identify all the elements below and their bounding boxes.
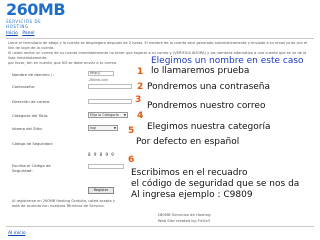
captcha-code: 8 9 8 9 9 (88, 152, 115, 157)
chevron-down-icon: ▼ (113, 126, 116, 130)
bottom-home-link[interactable]: Al inicio (8, 231, 26, 236)
annotation-6-line-2: el código de seguridad que se nos da (131, 179, 300, 189)
step-number-4: 4 (137, 111, 144, 121)
password-input[interactable] (88, 84, 132, 89)
category-select[interactable]: Elija la Categoría ▼ (88, 112, 128, 118)
annotation-3: Pondremos nuestro correo (147, 101, 266, 111)
terms-text: Al registrarse en 260MB Hosting Gratuito… (12, 199, 116, 208)
annotation-6-line-1: Escribimos en el recuadro (131, 168, 248, 178)
register-button[interactable]: Register (88, 187, 114, 194)
security-code-input[interactable] (88, 164, 124, 169)
step-number-6: 6 (128, 155, 135, 165)
annotation-5: Por defecto en español (136, 137, 240, 147)
language-value: Ingl (90, 126, 97, 130)
username-input[interactable]: http:// (88, 71, 114, 76)
annotation-1-line-2: lo llamaremos prueba (151, 66, 250, 76)
email-input[interactable] (88, 99, 132, 104)
email-label: Dirección de correo: (12, 99, 51, 104)
category-value: Elija la Categoría (90, 113, 119, 117)
security-label: Código de Seguridad: (12, 141, 53, 146)
annotation-6-line-3: Al ingresa ejemplo : C9809 (131, 190, 253, 200)
annotation-2: Pondremos una contraseña (147, 82, 271, 92)
username-label: Nombre de dominio / : (12, 72, 55, 77)
category-label: Categoría del Sitio: (12, 113, 49, 118)
language-select[interactable]: Ingl ▼ (88, 125, 118, 131)
footer-line-2: Web Site created by: FeGx3 (157, 218, 211, 223)
intro-line-1: Llene el formulario de abajo y la cuenta… (8, 41, 308, 50)
logo-brand: 260MB (6, 0, 66, 19)
step-number-3: 3 (135, 95, 142, 105)
footer: 260MB Servicios de Hosting Web Site crea… (130, 212, 238, 224)
step-number-2: 2 (137, 82, 144, 92)
top-nav: Inicio Panel (6, 31, 38, 36)
username-prefix: http:// (90, 71, 101, 75)
step-number-1: 1 (137, 67, 144, 77)
password-label: Contraseña: (12, 84, 36, 89)
logo-tagline: SERVICIOS DE HOSTING (6, 19, 42, 29)
divider (6, 38, 314, 39)
username-suffix: .260mb.com (88, 78, 109, 82)
logo: 260MB SERVICIOS DE HOSTING (6, 0, 66, 30)
annotation-4: Elegimos nuestra categoría (147, 122, 271, 132)
step-number-5: 5 (128, 126, 135, 136)
language-label: Idioma del Sitio: (12, 126, 43, 131)
divider (6, 226, 314, 227)
chevron-down-icon: ▼ (123, 113, 126, 117)
annotation-1-line-1: Elegimos un nombre en este caso (151, 56, 304, 66)
nav-panel-link[interactable]: Panel (22, 31, 34, 36)
security-input-label: Escriba el Código de Seguridad: (12, 163, 51, 173)
nav-start-link[interactable]: Inicio (6, 31, 18, 36)
